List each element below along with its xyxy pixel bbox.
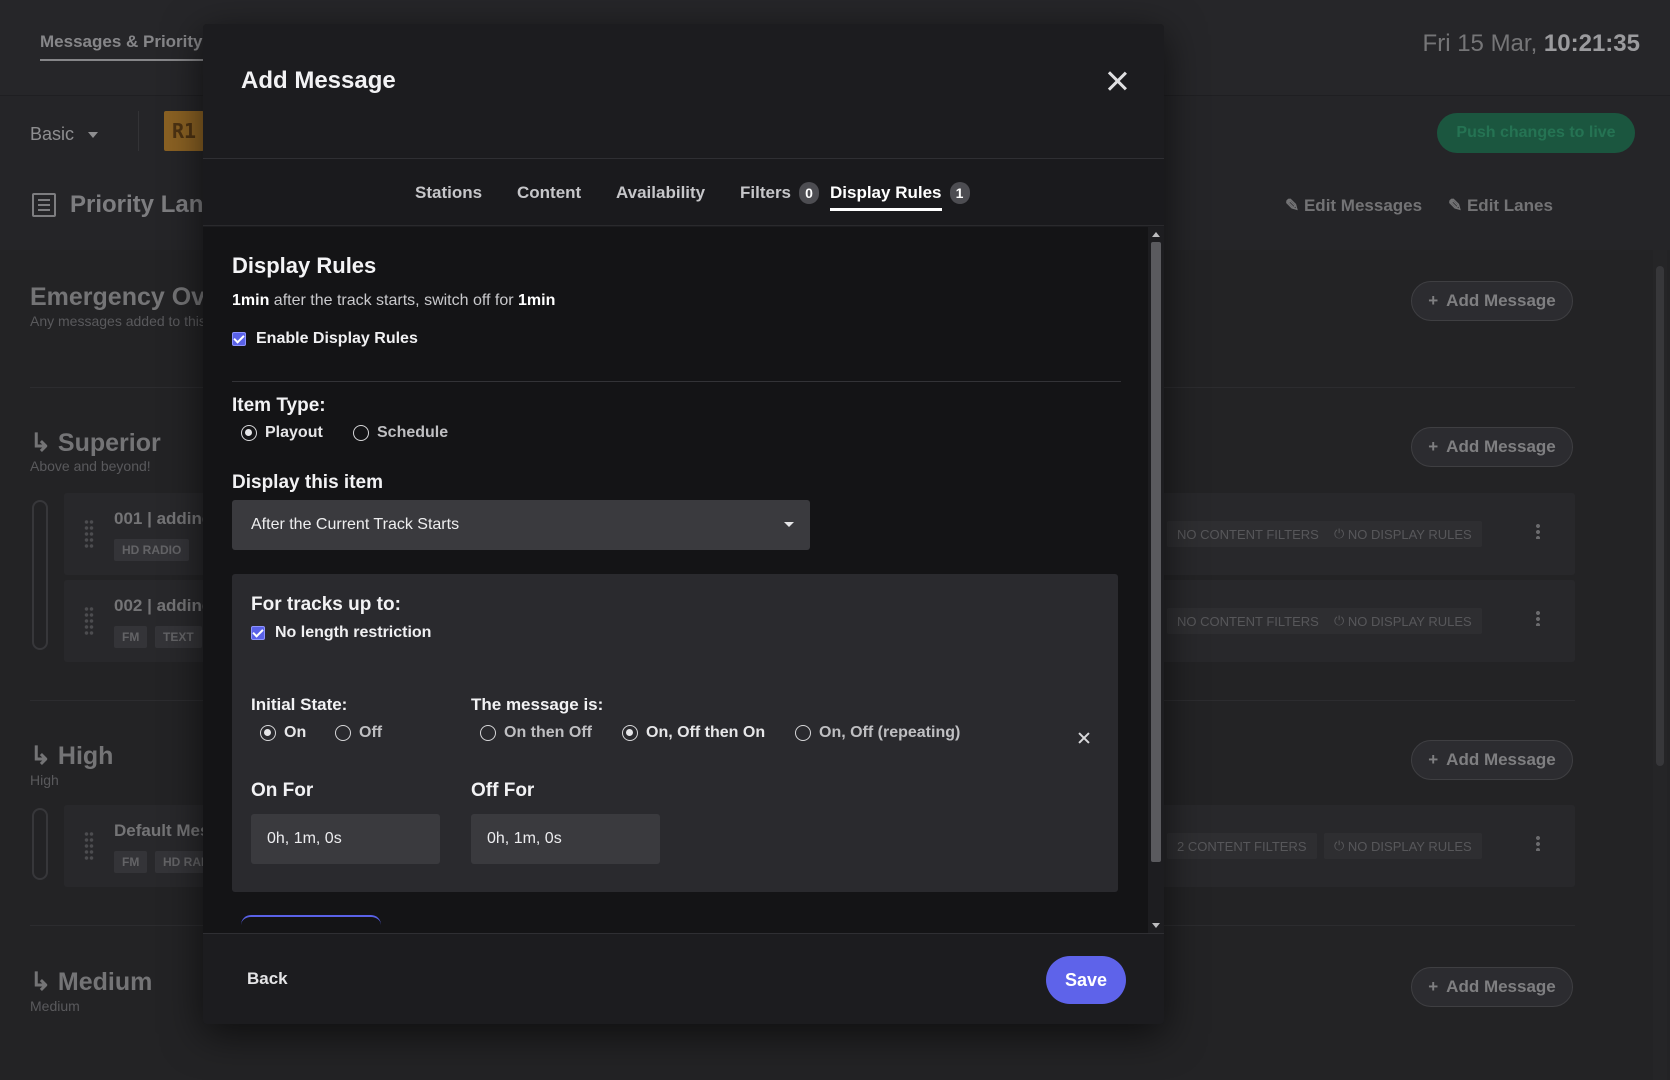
modal-title: Add Message — [241, 67, 396, 94]
modal-scrollbar[interactable] — [1148, 227, 1164, 933]
radio-label: On — [284, 724, 307, 741]
radio-label: Off — [359, 724, 383, 741]
radio-label: Playout — [265, 424, 323, 441]
tab-stations[interactable]: Stations — [415, 159, 482, 226]
radio-unselected-icon — [353, 425, 369, 441]
modal-tabs: Stations Content Availability Filters 0 D… — [203, 159, 1164, 226]
modal-body: Display Rules 1min after the track start… — [203, 227, 1164, 933]
radio-unselected-icon — [480, 725, 496, 741]
radio-initial-on[interactable]: On — [260, 724, 306, 742]
tab-display-rules[interactable]: Display Rules 1 — [830, 159, 970, 226]
checkbox-label: Enable Display Rules — [256, 330, 418, 347]
off-for-label: Off For — [471, 780, 535, 801]
display-this-item-label: Display this item — [232, 472, 383, 493]
summary-text: after the track starts, switch off for — [269, 292, 519, 309]
radio-label: On, Off then On — [646, 724, 766, 741]
partially-visible-button[interactable] — [241, 915, 381, 933]
off-for-input[interactable]: 0h, 1m, 0s — [471, 814, 660, 864]
radio-playout[interactable]: Playout — [241, 424, 323, 442]
save-button[interactable]: Save — [1046, 956, 1126, 1004]
on-for-input[interactable]: 0h, 1m, 0s — [251, 814, 440, 864]
select-value: After the Current Track Starts — [251, 516, 460, 533]
checkbox-checked-icon — [232, 332, 246, 346]
scroll-thumb[interactable] — [1151, 242, 1161, 862]
add-message-modal: Add Message Stations Content Availabilit… — [203, 24, 1164, 1024]
remove-rule-icon[interactable] — [1077, 731, 1091, 745]
display-rules-count-badge: 1 — [949, 181, 970, 204]
tab-label: Filters — [740, 182, 792, 202]
radio-unselected-icon — [795, 725, 811, 741]
radio-unselected-icon — [335, 725, 351, 741]
radio-selected-icon — [622, 725, 638, 741]
radio-schedule[interactable]: Schedule — [353, 424, 448, 442]
modal-footer: Back Save — [203, 933, 1164, 1024]
rules-panel: For tracks up to: No length restriction … — [232, 574, 1118, 892]
summary-on-value: 1min — [232, 292, 270, 309]
tab-label: Display Rules — [830, 175, 942, 211]
modal-header: Add Message — [203, 24, 1164, 159]
checkbox-label: No length restriction — [275, 624, 432, 641]
section-title: Display Rules — [232, 253, 377, 278]
close-icon[interactable] — [1105, 69, 1129, 93]
tab-filters[interactable]: Filters 0 — [740, 159, 820, 226]
radio-on-off-then-on[interactable]: On, Off then On — [622, 724, 765, 742]
no-length-restriction-checkbox[interactable]: No length restriction — [251, 624, 431, 642]
radio-label: On, Off (repeating) — [819, 724, 961, 741]
message-is-label: The message is: — [471, 695, 604, 714]
filters-count-badge: 0 — [799, 181, 820, 204]
radio-label: Schedule — [377, 424, 449, 441]
tab-label: Content — [517, 182, 582, 202]
on-for-label: On For — [251, 780, 314, 801]
radio-selected-icon — [260, 725, 276, 741]
scroll-down-arrow-icon[interactable] — [1152, 923, 1160, 928]
item-type-label: Item Type: — [232, 395, 326, 416]
radio-label: On then Off — [504, 724, 592, 741]
summary-off-value: 1min — [518, 292, 556, 309]
display-timing-select[interactable]: After the Current Track Starts — [232, 500, 810, 550]
tracks-up-to-label: For tracks up to: — [251, 594, 401, 615]
scroll-up-arrow-icon[interactable] — [1152, 232, 1160, 237]
enable-display-rules-checkbox[interactable]: Enable Display Rules — [232, 330, 418, 348]
tab-content[interactable]: Content — [517, 159, 581, 226]
checkbox-checked-icon — [251, 626, 265, 640]
radio-on-then-off[interactable]: On then Off — [480, 724, 592, 742]
tab-label: Availability — [616, 182, 706, 202]
caret-down-icon — [784, 522, 794, 527]
initial-state-label: Initial State: — [251, 695, 348, 714]
divider — [232, 381, 1121, 382]
radio-on-off-repeating[interactable]: On, Off (repeating) — [795, 724, 960, 742]
radio-initial-off[interactable]: Off — [335, 724, 382, 742]
back-button[interactable]: Back — [247, 969, 288, 989]
tab-label: Stations — [415, 182, 483, 202]
radio-selected-icon — [241, 425, 257, 441]
tab-availability[interactable]: Availability — [616, 159, 705, 226]
display-rules-summary: 1min after the track starts, switch off … — [232, 292, 555, 310]
